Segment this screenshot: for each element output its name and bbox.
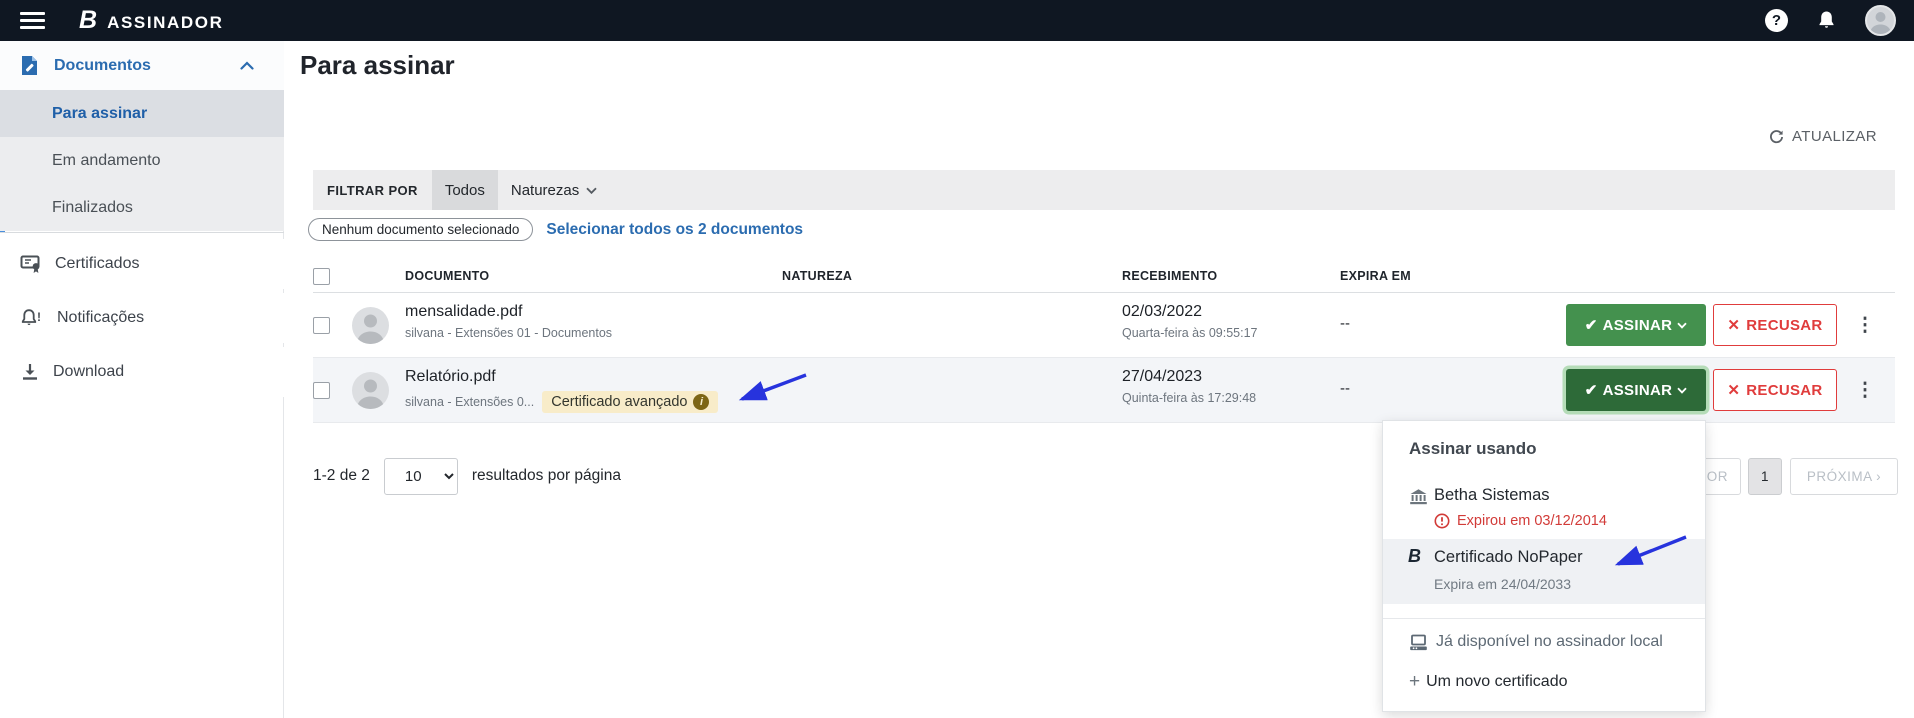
select-all-checkbox[interactable]	[313, 268, 330, 285]
bank-icon	[1409, 488, 1428, 505]
check-icon: ✔	[1585, 316, 1598, 334]
sidebar-item-documentos[interactable]: Documentos	[0, 41, 284, 90]
info-icon[interactable]: i	[693, 394, 709, 410]
avatar	[352, 307, 389, 344]
row-menu-icon[interactable]: ⋮	[1853, 370, 1877, 410]
received-date: 02/03/2022	[1122, 303, 1202, 321]
sidebar-item-finalizados[interactable]: Finalizados	[0, 184, 284, 231]
table-row: Relatório.pdf silvana - Extensões 0... C…	[313, 358, 1895, 423]
avatar	[352, 372, 389, 409]
next-page-button[interactable]: PRÓXIMA ›	[1790, 458, 1898, 495]
table-row: mensalidade.pdf silvana - Extensões 01 -…	[313, 293, 1895, 358]
plus-icon: +	[1409, 671, 1420, 693]
nopaper-b-icon: B	[1408, 546, 1421, 567]
row-checkbox[interactable]	[313, 382, 330, 399]
sidebar-item-certificados[interactable]: Certificados	[0, 239, 284, 289]
refuse-button[interactable]: ✕ RECUSAR	[1713, 304, 1837, 346]
certificate-option-betha[interactable]: Betha Sistemas Expirou em 03/12/2014	[1383, 477, 1705, 539]
per-page-label: resultados por página	[472, 467, 621, 485]
chevron-up-icon	[240, 61, 254, 70]
received-date: 27/04/2023	[1122, 368, 1202, 386]
topbar: B ASSINADOR ?	[0, 0, 1914, 41]
svg-text:!: !	[37, 310, 41, 324]
divider	[1383, 618, 1705, 619]
document-meta: silvana - Extensões 0... Certificado ava…	[405, 391, 718, 413]
certificate-option-nopaper[interactable]: B Certificado NoPaper Expira em 24/04/20…	[1383, 539, 1705, 604]
filter-naturezas[interactable]: Naturezas	[498, 170, 610, 210]
received-datetime: Quarta-feira às 09:55:17	[1122, 326, 1258, 340]
pagination: 1-2 de 2 10 resultados por página	[313, 456, 621, 496]
sidebar: Documentos Para assinar Em andamento Fin…	[0, 41, 284, 718]
page-title: Para assinar	[300, 50, 455, 81]
user-avatar[interactable]	[1865, 5, 1896, 36]
certificate-badge: Certificado avançado i	[542, 391, 718, 413]
received-datetime: Quinta-feira às 17:29:48	[1122, 391, 1256, 405]
close-icon: ✕	[1727, 381, 1740, 399]
new-certificate-option[interactable]: + Um novo certificado	[1409, 671, 1568, 693]
column-natureza: NATUREZA	[782, 269, 852, 283]
sidebar-item-para-assinar[interactable]: Para assinar	[0, 90, 284, 137]
filter-label: FILTRAR POR	[313, 170, 432, 210]
certificate-expiry-status: Expira em 24/04/2033	[1434, 576, 1571, 592]
selection-status-pill: Nenhum documento selecionado	[308, 218, 533, 241]
row-checkbox[interactable]	[313, 317, 330, 334]
row-menu-icon[interactable]: ⋮	[1853, 305, 1877, 345]
close-icon: ✕	[1727, 316, 1740, 334]
table-header: DOCUMENTO NATUREZA RECEBIMENTO EXPIRA EM	[313, 265, 1895, 293]
bell-alert-icon: !	[20, 308, 44, 329]
column-expira-em: EXPIRA EM	[1340, 269, 1411, 283]
document-edit-icon	[20, 55, 40, 77]
column-documento: DOCUMENTO	[405, 269, 489, 283]
certificate-expired-status: Expirou em 03/12/2014	[1434, 513, 1607, 529]
logo-b-icon: B	[79, 6, 97, 35]
pagination-range: 1-2 de 2	[313, 467, 370, 485]
download-icon	[20, 362, 40, 382]
current-page-button[interactable]: 1	[1748, 458, 1782, 495]
chevron-down-icon	[586, 187, 597, 194]
document-meta: silvana - Extensões 01 - Documentos	[405, 326, 612, 340]
assinador-app: B ASSINADOR ? Documentos Para assinar Em…	[0, 0, 1914, 718]
app-name: ASSINADOR	[107, 13, 223, 33]
certificate-icon	[20, 254, 42, 275]
refuse-button[interactable]: ✕ RECUSAR	[1713, 369, 1837, 411]
refresh-button[interactable]: ATUALIZAR	[1768, 128, 1877, 145]
sidebar-item-notificacoes[interactable]: ! Notificações	[0, 293, 284, 343]
column-recebimento: RECEBIMENTO	[1122, 269, 1217, 283]
sidebar-item-label: Documentos	[54, 57, 151, 75]
chevron-down-icon	[1677, 387, 1687, 394]
sidebar-item-download[interactable]: Download	[0, 347, 284, 397]
document-name[interactable]: Relatório.pdf	[405, 368, 496, 386]
check-icon: ✔	[1585, 381, 1598, 399]
menu-icon[interactable]	[20, 8, 45, 33]
expires-value: --	[1340, 380, 1350, 397]
alert-circle-icon	[1434, 513, 1450, 529]
page-size-select[interactable]: 10	[384, 458, 458, 495]
sidebar-item-em-andamento[interactable]: Em andamento	[0, 137, 284, 184]
refresh-icon	[1768, 128, 1785, 145]
computer-icon	[1409, 634, 1428, 651]
help-icon[interactable]: ?	[1765, 9, 1788, 32]
sign-button[interactable]: ✔ ASSINAR	[1566, 304, 1706, 346]
expires-value: --	[1340, 315, 1350, 332]
local-signer-option[interactable]: Já disponível no assinador local	[1409, 633, 1663, 651]
filter-todos[interactable]: Todos	[432, 170, 498, 210]
divider	[0, 232, 284, 233]
document-name[interactable]: mensalidade.pdf	[405, 303, 522, 321]
app-logo: B ASSINADOR	[79, 6, 223, 35]
sign-using-dropdown: Assinar usando Betha Sistemas Expirou em…	[1382, 420, 1706, 712]
select-all-link[interactable]: Selecionar todos os 2 documentos	[546, 221, 803, 239]
dropdown-title: Assinar usando	[1409, 439, 1537, 459]
sign-button-active[interactable]: ✔ ASSINAR	[1566, 369, 1706, 411]
bell-icon[interactable]	[1816, 10, 1837, 32]
filter-bar: FILTRAR POR Todos Naturezas	[313, 170, 1895, 210]
chevron-down-icon	[1677, 322, 1687, 329]
